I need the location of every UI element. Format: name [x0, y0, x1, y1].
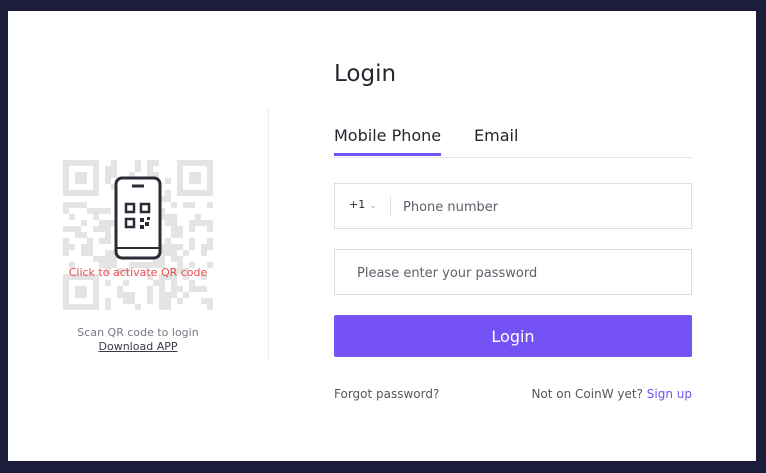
login-button[interactable]: Login — [334, 315, 692, 357]
forgot-password-link[interactable]: Forgot password? — [334, 387, 439, 401]
signup-link[interactable]: Sign up — [647, 387, 692, 401]
country-code-select[interactable]: +1 ⌄ — [349, 198, 377, 211]
page-title: Login — [334, 61, 397, 87]
signup-row: Not on CoinW yet? Sign up — [531, 387, 692, 401]
country-code-value: +1 — [349, 198, 366, 211]
chevron-down-icon: ⌄ — [369, 201, 377, 211]
vertical-divider — [268, 109, 269, 361]
phone-qr-icon — [114, 176, 162, 260]
qr-code[interactable]: Click to activate QR code — [63, 160, 213, 310]
download-app-link[interactable]: Download APP — [63, 340, 213, 353]
qr-activate-text[interactable]: Click to activate QR code — [63, 266, 213, 280]
scan-qr-text: Scan QR code to login — [77, 326, 199, 339]
login-tabs: Mobile Phone Email — [334, 126, 692, 158]
country-code-divider — [390, 196, 391, 216]
tab-email[interactable]: Email — [474, 126, 518, 153]
login-card: Click to activate QR code Scan QR code t… — [8, 11, 756, 461]
phone-field: +1 ⌄ — [334, 183, 692, 230]
phone-number-input[interactable] — [401, 184, 685, 230]
tab-mobile-phone[interactable]: Mobile Phone — [334, 126, 442, 156]
password-field — [334, 249, 692, 296]
signup-prompt: Not on CoinW yet? — [531, 387, 643, 401]
password-input[interactable] — [355, 250, 679, 296]
